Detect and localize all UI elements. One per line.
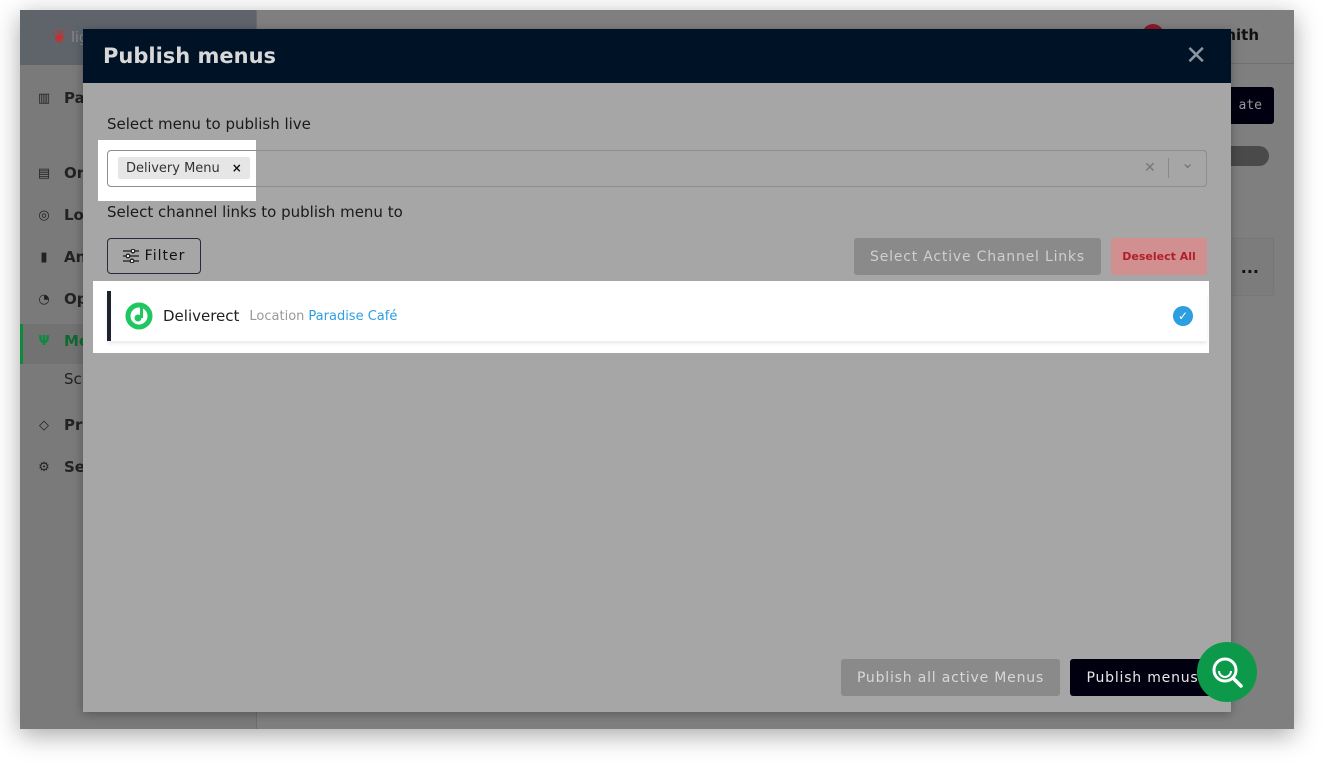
search-icon [1212, 657, 1243, 688]
selected-menu-tag: Delivery Menu × [118, 157, 250, 179]
sidebar-item-label: Pr [64, 416, 83, 434]
sidebar-item[interactable]: ▤ Or [36, 164, 84, 182]
sidebar-item[interactable]: ◎ Lo [36, 206, 84, 224]
location-pin-icon: ◎ [38, 207, 50, 223]
location-link[interactable]: Paradise Café [308, 309, 397, 324]
gauge-icon: ◔ [38, 291, 50, 307]
sidebar-item[interactable]: Ψ Me [36, 332, 89, 350]
deselect-all-button[interactable]: Deselect All [1111, 238, 1207, 275]
flame-icon: ❦ [52, 27, 68, 48]
sidebar-item-label: Lo [64, 206, 84, 224]
dialog-header: Publish menus ✕ [83, 29, 1231, 83]
channel-links-label: Select channel links to publish menu to [107, 203, 403, 221]
search-help-button[interactable] [1197, 642, 1257, 702]
menu-select-label: Select menu to publish live [107, 115, 311, 133]
fork-knife-icon: Ψ [38, 333, 50, 349]
filter-label: Filter [144, 248, 186, 264]
channel-link-row[interactable]: Deliverect Location Paradise Café ✓ [107, 291, 1207, 341]
deliverect-logo-icon [125, 302, 153, 330]
tag-label: Delivery Menu [126, 160, 220, 176]
publish-menus-dialog: Publish menus ✕ Select menu to publish l… [83, 29, 1231, 712]
publish-all-active-menus-button[interactable]: Publish all active Menus [841, 659, 1060, 696]
filter-button[interactable]: Filter [107, 238, 201, 274]
dialog-title: Publish menus [103, 44, 277, 68]
sidebar-item[interactable]: ⚙ Se [36, 458, 85, 476]
tag-icon: ◇ [39, 417, 49, 433]
receipt-icon: ▤ [37, 165, 51, 181]
channel-name: Deliverect [163, 307, 240, 325]
sidebar-item[interactable]: ◇ Pr [36, 416, 82, 434]
sliders-icon [122, 249, 139, 263]
sidebar-item[interactable]: ▮ An [36, 248, 86, 266]
sidebar-item[interactable]: ◔ Op [36, 290, 87, 308]
select-active-channel-links-button[interactable]: Select Active Channel Links [854, 238, 1101, 275]
publish-menus-button[interactable]: Publish menus [1070, 659, 1215, 696]
sidebar-item[interactable]: ▥ Pa [36, 89, 85, 107]
tag-remove-icon[interactable]: × [232, 161, 242, 175]
bar-chart-icon: ▮ [40, 249, 48, 265]
clear-icon[interactable]: ✕ [1144, 160, 1156, 176]
sidebar-item-label: Or [64, 164, 85, 182]
sidebar-item-label: Sc [64, 370, 82, 388]
divider [1168, 158, 1169, 178]
building-icon: ▥ [37, 90, 51, 106]
location-label: Location [249, 308, 305, 324]
app-window: ❦lightspeed ▥Pa▤Or◎Lo▮An◔OpΨMeSc◇Pr⚙Se n… [20, 10, 1294, 729]
check-circle-icon[interactable]: ✓ [1173, 306, 1193, 326]
gear-icon: ⚙ [38, 459, 50, 475]
chevron-down-icon[interactable]: ⌄ [1181, 153, 1194, 172]
close-icon[interactable]: ✕ [1185, 41, 1207, 71]
sidebar-item-label: Pa [64, 89, 85, 107]
sidebar-item-label: Se [64, 458, 85, 476]
sidebar-item[interactable]: Sc [64, 370, 82, 388]
menu-select-border [107, 150, 1207, 187]
